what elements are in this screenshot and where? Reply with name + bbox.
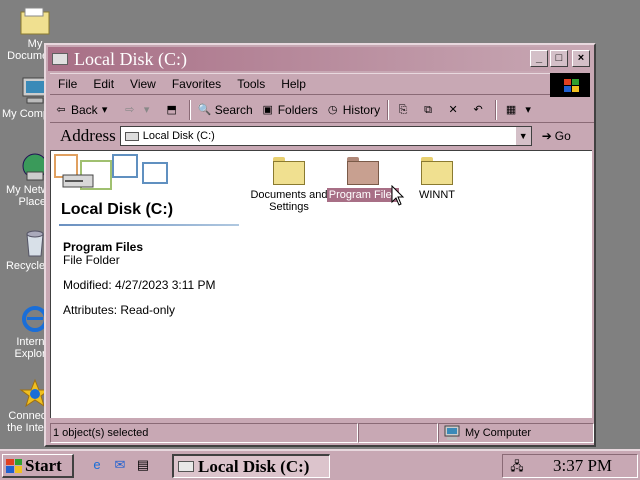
taskbar-button-label: Local Disk (C:) — [198, 456, 310, 476]
minimize-button[interactable]: _ — [530, 50, 548, 67]
taskbar-button-local-disk[interactable]: Local Disk (C:) — [172, 454, 330, 478]
undo-icon: ↶ — [473, 103, 483, 116]
move-to-icon: ⎘ — [398, 103, 408, 116]
menu-view[interactable]: View — [122, 77, 164, 91]
history-button[interactable]: ◷ History — [322, 103, 384, 117]
back-button[interactable]: ⇦ Back ▾ — [50, 103, 119, 117]
folder-icon — [19, 6, 51, 36]
folders-button[interactable]: ▣ Folders — [257, 103, 322, 117]
folder-icon — [421, 157, 453, 185]
toolbar-separator — [495, 99, 498, 120]
selected-item-modified: Modified: 4/27/2023 3:11 PM — [63, 278, 216, 292]
folders-label: Folders — [277, 102, 318, 117]
drive-banner-graphic — [54, 154, 168, 190]
clock[interactable]: 3:37 PM — [553, 456, 612, 476]
panel-divider — [59, 224, 239, 226]
mouse-cursor-icon — [391, 185, 405, 206]
chevron-down-icon[interactable]: ▾ — [140, 103, 154, 117]
windows-logo-icon — [6, 458, 22, 473]
folder-view[interactable]: Local Disk (C:) Program Files File Folde… — [50, 150, 592, 418]
menu-edit[interactable]: Edit — [85, 77, 122, 91]
folder-label: WINNT — [418, 189, 456, 201]
start-button[interactable]: Start — [2, 454, 74, 478]
close-button[interactable]: × — [572, 50, 590, 67]
up-button[interactable]: ⬒ — [161, 103, 186, 117]
status-size — [358, 423, 438, 443]
copy-to-button[interactable]: ⧉ — [417, 103, 442, 117]
drive-icon — [178, 461, 194, 472]
go-button[interactable]: ➔ Go — [542, 129, 571, 143]
views-button[interactable]: ▦ ▾ — [500, 103, 542, 117]
search-icon: 🔍 — [197, 103, 212, 116]
forward-button[interactable]: ⇨ ▾ — [119, 103, 161, 117]
address-value: Local Disk (C:) — [142, 130, 215, 142]
folder-icon — [273, 157, 305, 185]
address-label: Address — [60, 126, 116, 145]
folder-icon — [347, 157, 379, 185]
status-bar: 1 object(s) selected My Computer — [50, 423, 594, 443]
menu-help[interactable]: Help — [273, 77, 314, 91]
status-selection: 1 object(s) selected — [50, 423, 358, 443]
selected-item-type: File Folder — [63, 253, 120, 267]
delete-icon: ✕ — [448, 103, 458, 116]
computer-icon — [444, 425, 460, 440]
undo-button[interactable]: ↶ — [467, 103, 492, 117]
copy-to-icon: ⧉ — [424, 103, 432, 116]
chevron-down-icon[interactable]: ▾ — [521, 103, 535, 117]
system-tray: 🖧 3:37 PM — [502, 454, 638, 478]
selected-item-attributes: Attributes: Read-only — [63, 303, 176, 317]
address-dropdown-button[interactable]: ▼ — [514, 127, 531, 145]
search-button[interactable]: 🔍 Search — [194, 103, 257, 117]
status-zone: My Computer — [438, 423, 594, 443]
chevron-down-icon[interactable]: ▾ — [98, 103, 112, 117]
ie-icon[interactable]: e — [88, 456, 106, 474]
folder-label: Documents and Settings — [250, 189, 328, 213]
taskbar: Start e ✉ ▤ Local Disk (C:) 🖧 3:37 PM — [0, 449, 640, 480]
standard-toolbar: ⇦ Back ▾ ⇨ ▾ ⬒ 🔍 Search ▣ Folders ◷ Hist… — [50, 97, 594, 123]
title-bar[interactable]: Local Disk (C:) _ □ × — [48, 47, 592, 71]
drive-icon — [52, 53, 68, 65]
move-to-button[interactable]: ⎘ — [392, 103, 417, 117]
menu-file[interactable]: File — [50, 77, 85, 91]
views-icon: ▦ — [505, 103, 517, 116]
menu-tools[interactable]: Tools — [229, 77, 273, 91]
folder-label: Program Files — [326, 188, 400, 202]
forward-arrow-icon: ⇨ — [125, 103, 135, 116]
toolbar-separator — [387, 99, 390, 120]
history-icon: ◷ — [327, 103, 338, 116]
go-arrow-icon: ➔ — [541, 129, 552, 143]
back-arrow-icon: ⇦ — [56, 103, 66, 116]
menu-bar: File Edit View Favorites Tools Help — [50, 73, 552, 95]
delete-button[interactable]: ✕ — [442, 103, 467, 117]
go-label: Go — [554, 129, 571, 143]
folder-documents-and-settings[interactable]: Documents and Settings — [249, 157, 329, 213]
history-label: History — [342, 102, 381, 117]
back-label: Back — [71, 102, 98, 117]
address-input[interactable]: Local Disk (C:) ▼ — [119, 126, 532, 146]
windows-logo-icon — [550, 73, 590, 97]
folder-up-icon: ⬒ — [166, 103, 177, 116]
toolbar-separator — [188, 99, 191, 120]
folder-winnt[interactable]: WINNT — [397, 157, 477, 201]
network-tray-icon[interactable]: 🖧 — [507, 457, 527, 475]
address-bar: Address Local Disk (C:) ▼ ➔ Go — [50, 125, 594, 147]
window-title: Local Disk (C:) — [74, 48, 187, 69]
folders-icon: ▣ — [262, 103, 273, 116]
start-label: Start — [25, 455, 62, 475]
maximize-button[interactable]: □ — [550, 50, 568, 67]
outlook-icon[interactable]: ✉ — [111, 456, 129, 474]
menu-favorites[interactable]: Favorites — [164, 77, 229, 91]
drive-icon — [124, 131, 139, 141]
show-desktop-icon[interactable]: ▤ — [134, 456, 152, 474]
selection-details: Program Files File Folder Modified: 4/27… — [63, 241, 216, 317]
explorer-window[interactable]: Local Disk (C:) _ □ × File Edit View Fav… — [44, 43, 596, 447]
quick-launch: e ✉ ▤ — [88, 456, 157, 474]
search-label: Search — [214, 102, 253, 117]
panel-title: Local Disk (C:) — [61, 201, 174, 218]
status-location: My Computer — [465, 427, 532, 439]
